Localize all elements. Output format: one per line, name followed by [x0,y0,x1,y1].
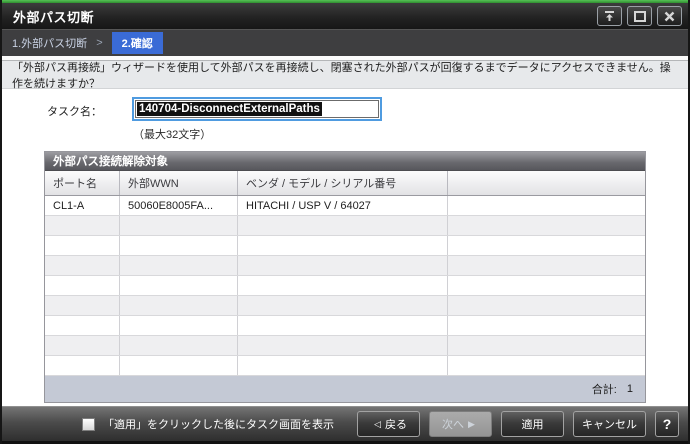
cancel-button[interactable]: キャンセル [573,411,646,437]
back-button[interactable]: ◁ 戻る [357,411,420,437]
table-title: 外部パス接続解除対象 [45,152,645,171]
next-button-label: 次へ [442,419,465,431]
dialog-title: 外部パス切断 [13,9,95,25]
table-row[interactable] [45,236,645,256]
table-cell [45,276,120,295]
action-bar: 「適用」をクリックした後にタスク画面を表示 ◁ 戻る 次へ ▶ 適用 キャンセル… [2,406,688,444]
dialog-content: タスク名： 140704-DisconnectExternalPaths （最大… [2,89,688,406]
table-cell [448,356,645,375]
show-task-screen-checkbox[interactable] [82,417,95,431]
close-icon [664,11,675,22]
cancel-button-label: キャンセル [582,419,637,431]
column-header-port-name[interactable]: ポート名 [45,171,120,195]
table-header-row: ポート名 外部WWN ベンダ / モデル / シリアル番号 [45,171,645,196]
table-cell: CL1-A [45,196,120,215]
table-cell: 50060E8005FA... [120,196,238,215]
table-cell [45,236,120,255]
maximize-icon [633,10,646,22]
apply-button-label: 適用 [521,419,544,431]
table-cell [448,196,645,215]
wizard-steps: 1.外部パス切断 > 2.確認 [2,29,688,56]
table-row[interactable] [45,256,645,276]
table-cell [238,296,448,315]
table-cell [448,236,645,255]
back-button-label: 戻る [384,419,407,431]
warning-message: 「外部パス再接続」ウィザードを使用して外部パスを再接続し、閉塞された外部パスが回… [2,60,688,90]
table-cell [120,256,238,275]
title-bar: 外部パス切断 [2,3,688,29]
table-row[interactable] [45,296,645,316]
table-cell [238,236,448,255]
table-cell [120,356,238,375]
show-task-screen-checkbox-label: 「適用」をクリックした後にタスク画面を表示 [103,419,334,431]
table-cell [120,316,238,335]
table-cell [45,356,120,375]
table-cell: HITACHI / USP V / 64027 [238,196,448,215]
table-cell [238,276,448,295]
next-arrow-icon: ▶ [468,418,475,429]
task-name-value-selected: 140704-DisconnectExternalPaths [137,102,322,116]
table-row[interactable] [45,336,645,356]
table-cell [120,336,238,355]
table-cell [45,256,120,275]
table-cell [120,276,238,295]
column-header-vendor-model-serial[interactable]: ベンダ / モデル / シリアル番号 [238,171,448,195]
close-button[interactable] [657,6,682,26]
disconnect-external-paths-dialog: 外部パス切断 1.外部パス切断 > 2.確認 「外部パス再接続」ウィザードを使用… [0,0,690,444]
table-cell [120,216,238,235]
back-arrow-icon: ◁ [374,418,381,429]
table-row[interactable] [45,276,645,296]
total-value: 1 [626,383,633,395]
table-cell [120,236,238,255]
task-name-input[interactable]: 140704-DisconnectExternalPaths [132,97,382,121]
table-cell [238,256,448,275]
next-button: 次へ ▶ [429,411,492,437]
column-header-blank [448,171,645,195]
step-2-active-label: 2.確認 [111,32,163,54]
table-cell [45,336,120,355]
table-body: CL1-A 50060E8005FA... HITACHI / USP V / 64… [45,196,645,376]
table-cell [448,216,645,235]
step-separator: > [96,37,103,49]
table-cell [45,296,120,315]
task-name-max-length-note: （最大32文字） [133,129,212,141]
table-cell [448,256,645,275]
table-cell [448,316,645,335]
table-row[interactable] [45,316,645,336]
table-footer: 合計: 1 [45,376,645,402]
disconnect-target-table: 外部パス接続解除対象 ポート名 外部WWN ベンダ / モデル / シリアル番号… [44,151,646,403]
table-row[interactable]: CL1-A 50060E8005FA... HITACHI / USP V / 64… [45,196,645,216]
step-1-label: 1.外部パス切断 [12,38,88,50]
column-header-external-wwn[interactable]: 外部WWN [120,171,238,195]
table-cell [238,356,448,375]
apply-button[interactable]: 適用 [501,411,564,437]
table-cell [448,276,645,295]
table-cell [45,216,120,235]
rollup-button[interactable] [597,6,622,26]
table-cell [238,316,448,335]
table-cell [238,336,448,355]
table-cell [45,316,120,335]
task-name-label: タスク名： [47,106,102,118]
table-row[interactable] [45,216,645,236]
table-cell [448,336,645,355]
table-cell [120,296,238,315]
help-icon: ? [662,416,672,432]
rollup-icon [603,10,616,22]
total-label: 合計: [591,384,617,396]
task-name-row: タスク名： 140704-DisconnectExternalPaths [2,89,688,121]
table-row[interactable] [45,356,645,376]
maximize-button[interactable] [627,6,652,26]
table-cell [238,216,448,235]
help-button[interactable]: ? [655,411,679,437]
table-cell [448,296,645,315]
task-name-input-field: 140704-DisconnectExternalPaths [135,100,379,118]
